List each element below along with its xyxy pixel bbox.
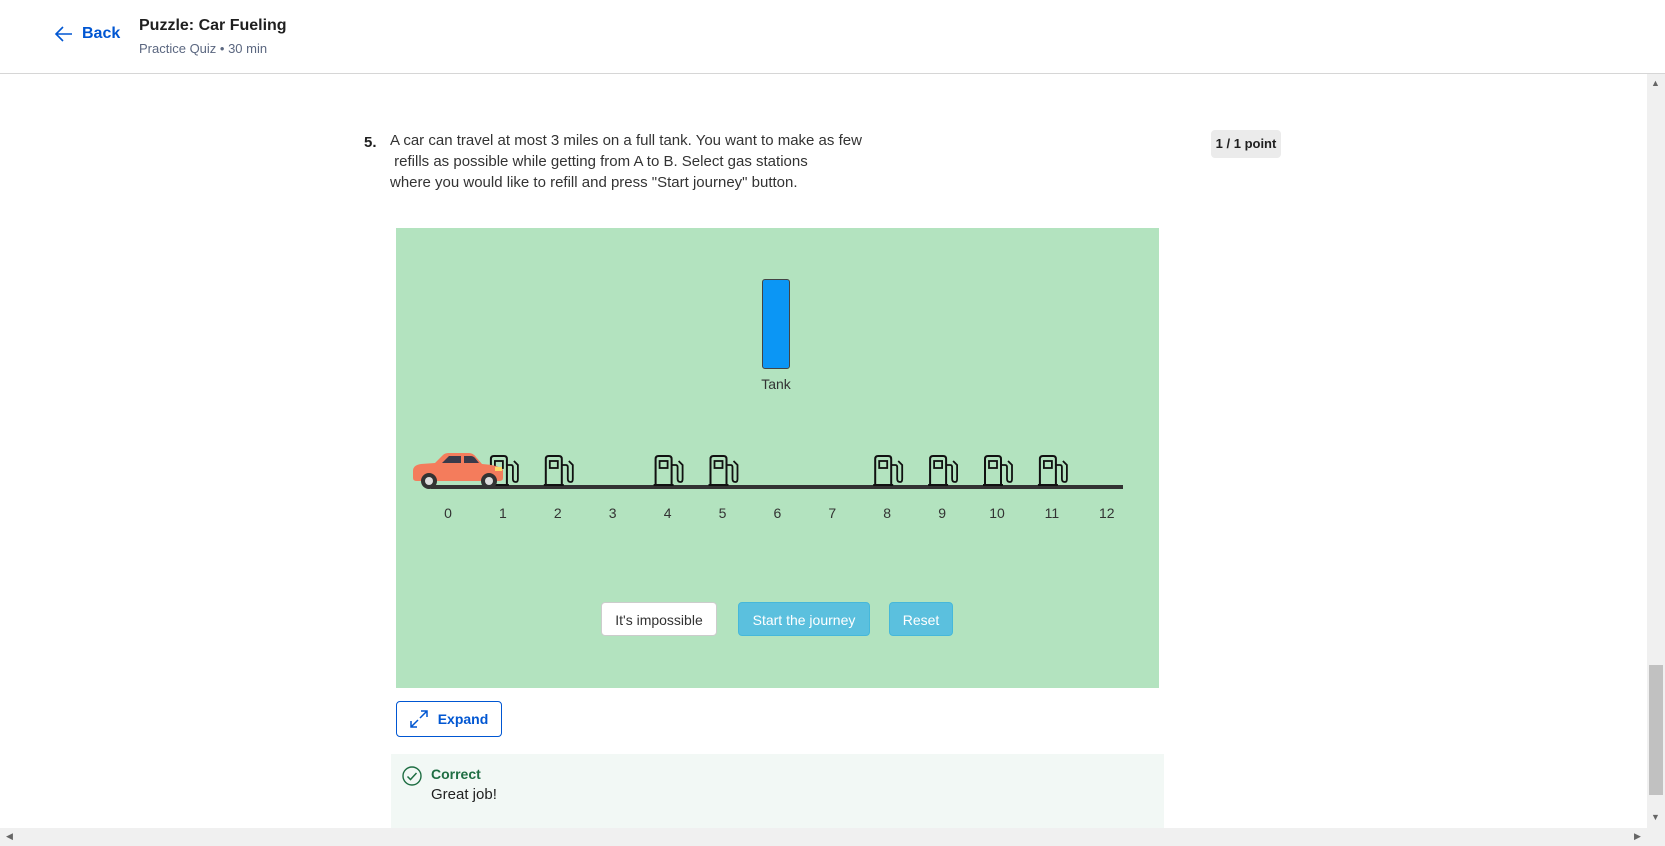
scroll-left-icon[interactable]: ◀ bbox=[6, 831, 13, 842]
feedback-title: Correct bbox=[431, 766, 481, 782]
question-number: 5. bbox=[364, 134, 377, 151]
expand-icon bbox=[409, 710, 428, 728]
scroll-right-icon[interactable]: ▶ bbox=[1634, 831, 1641, 842]
page-header: Back Puzzle: Car Fueling Practice Quiz •… bbox=[0, 0, 1665, 74]
back-button[interactable]: Back bbox=[54, 24, 120, 44]
expand-label: Expand bbox=[437, 711, 489, 727]
horizontal-scrollbar[interactable] bbox=[0, 828, 1665, 846]
mile-label: 10 bbox=[989, 505, 1005, 521]
puzzle-area: Tank 0 1 2 3 4 5 6 7 8 9 10 11 12 It's impossible St… bbox=[396, 228, 1159, 688]
road-track: 0 1 2 3 4 5 6 7 8 9 10 11 12 bbox=[413, 453, 1123, 521]
gas-station-icon[interactable] bbox=[543, 455, 574, 486]
mile-label: 1 bbox=[499, 505, 507, 521]
scroll-up-icon[interactable]: ▲ bbox=[1651, 78, 1660, 88]
mile-label: 6 bbox=[774, 505, 782, 521]
mile-label: 11 bbox=[1045, 505, 1060, 521]
mile-label: 3 bbox=[609, 505, 617, 521]
feedback-message: Great job! bbox=[431, 786, 497, 803]
question-line: where you would like to refill and press… bbox=[390, 174, 798, 191]
back-label: Back bbox=[82, 25, 121, 42]
question-line: A car can travel at most 3 miles on a fu… bbox=[390, 132, 862, 149]
mile-label: 8 bbox=[883, 505, 891, 521]
mile-label: 12 bbox=[1099, 505, 1115, 521]
arrow-left-icon bbox=[54, 26, 72, 42]
points-badge: 1 / 1 point bbox=[1211, 130, 1281, 158]
gas-station-icon[interactable] bbox=[873, 455, 904, 486]
start-journey-button[interactable]: Start the journey bbox=[738, 602, 870, 636]
question-text: A car can travel at most 3 miles on a fu… bbox=[390, 130, 910, 193]
gas-station-icon[interactable] bbox=[1037, 455, 1068, 486]
feedback-panel: Correct Great job! bbox=[391, 754, 1164, 828]
check-circle-icon bbox=[402, 766, 422, 786]
gas-station-icon[interactable] bbox=[928, 455, 958, 486]
gas-station-icon[interactable] bbox=[983, 455, 1013, 486]
main-content[interactable]: 5. A car can travel at most 3 miles on a… bbox=[0, 74, 1647, 828]
page-title: Puzzle: Car Fueling bbox=[139, 17, 287, 34]
impossible-button[interactable]: It's impossible bbox=[601, 602, 717, 636]
reset-button[interactable]: Reset bbox=[889, 602, 953, 636]
mile-label: 0 bbox=[444, 505, 452, 521]
mile-label: 5 bbox=[719, 505, 727, 521]
scroll-down-icon[interactable]: ▼ bbox=[1651, 812, 1660, 822]
gas-station-icon[interactable] bbox=[708, 455, 739, 486]
mile-label: 4 bbox=[664, 505, 672, 521]
gas-station-icon[interactable] bbox=[653, 455, 684, 486]
car-icon bbox=[413, 453, 503, 489]
mile-label: 9 bbox=[938, 505, 946, 521]
mile-label: 2 bbox=[554, 505, 562, 521]
mile-label: 7 bbox=[828, 505, 836, 521]
vertical-scroll-thumb[interactable] bbox=[1649, 665, 1663, 795]
page-subtitle: Practice Quiz • 30 min bbox=[139, 41, 268, 56]
expand-button[interactable]: Expand bbox=[396, 701, 502, 737]
question-line: refills as possible while getting from A… bbox=[390, 153, 808, 170]
